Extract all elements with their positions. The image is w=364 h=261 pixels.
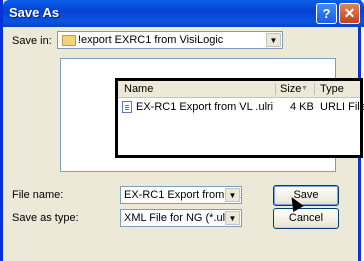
dialog-title: Save As [9,5,60,20]
file-name-cell: EX-RC1 Export from VL .ulri [136,101,274,113]
file-size-cell: 4 KB [290,101,314,113]
title-bar[interactable]: Save As ? ✕ [3,0,364,27]
sort-descending-icon: ▼ [301,85,308,92]
file-list-header: Name Size ▼ Type [118,81,360,98]
column-header-size[interactable]: Size [280,83,301,95]
chevron-down-icon[interactable]: ▼ [225,211,240,225]
save-as-type-dropdown[interactable]: XML File for NG (*.ulri ) ▼ [120,209,242,227]
file-name-label: File name: [12,189,64,201]
file-row[interactable]: EX-RC1 Export from VL .ulri 4 KB URLI Fi… [120,99,364,115]
close-button[interactable]: ✕ [339,3,360,24]
chevron-down-icon[interactable]: ▼ [225,188,240,202]
save-as-type-value: XML File for NG (*.ulri ) [124,212,238,224]
column-header-name[interactable]: Name [124,83,153,95]
cancel-button[interactable]: Cancel [273,208,339,229]
save-as-type-label: Save as type: [12,212,79,224]
chevron-down-icon[interactable]: ▼ [266,33,281,47]
file-name-input[interactable]: EX-RC1 Export from VL ▼ [120,186,242,204]
save-in-dropdown[interactable]: !export EXRC1 from VisiLogic ▼ [57,31,283,49]
save-button[interactable]: Save [273,185,339,206]
column-header-type[interactable]: Type [320,83,344,95]
file-icon [122,101,132,113]
save-as-dialog: Save As ? ✕ Save in: !export EXRC1 from … [0,0,364,261]
file-type-cell: URLI File [320,101,364,113]
column-separator[interactable] [275,83,276,95]
help-button[interactable]: ? [316,3,337,24]
save-in-label: Save in: [12,35,52,47]
folder-icon [62,35,76,46]
save-in-value: !export EXRC1 from VisiLogic [78,34,224,46]
help-icon: ? [322,6,331,21]
file-name-value: EX-RC1 Export from VL [124,189,241,201]
file-details-view[interactable]: Name Size ▼ Type EX-RC1 Export from VL .… [115,78,364,158]
close-icon: ✕ [343,5,356,21]
column-separator[interactable] [314,83,315,95]
